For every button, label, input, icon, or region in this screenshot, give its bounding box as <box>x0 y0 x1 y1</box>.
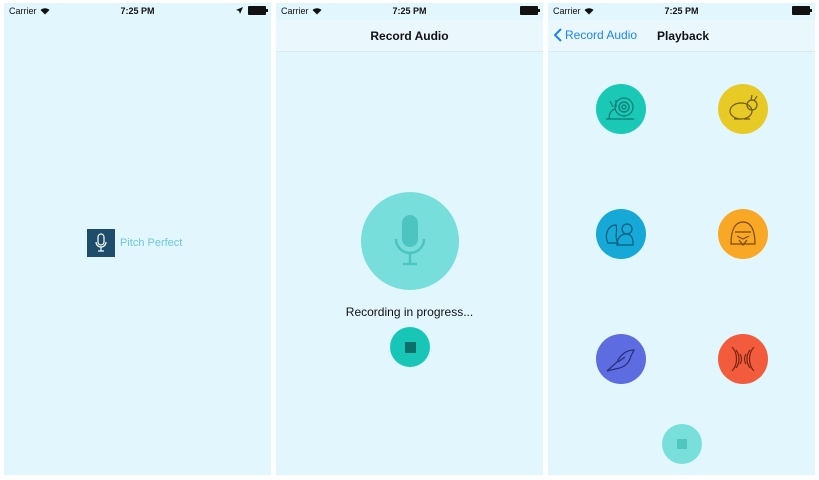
fast-effect-button[interactable] <box>718 84 768 134</box>
navigation-bar: Record Audio <box>276 20 543 52</box>
status-bar: Carrier 7:25 PM <box>276 3 543 20</box>
stop-icon <box>404 341 416 353</box>
stop-button[interactable] <box>390 327 430 367</box>
chipmunk-icon <box>605 223 634 246</box>
status-bar: Carrier 7:25 PM <box>548 3 815 20</box>
time-label: 7:25 PM <box>120 6 155 16</box>
record-screen: Carrier 7:25 PM Record Audio Recording i… <box>276 3 543 475</box>
slow-effect-button[interactable] <box>596 84 646 134</box>
reverb-effect-button[interactable] <box>718 334 768 384</box>
stop-icon <box>677 439 687 449</box>
stop-playback-button[interactable] <box>662 424 702 464</box>
battery-icon <box>792 6 812 15</box>
recording-status-label: Recording in progress... <box>345 305 474 319</box>
snail-icon <box>606 97 634 120</box>
playback-screen: Carrier 7:25 PM Record Audio Playback <box>548 3 815 475</box>
vader-icon <box>730 221 756 246</box>
parrot-icon <box>606 349 635 372</box>
chipmunk-effect-button[interactable] <box>596 209 646 259</box>
time-label: 7:25 PM <box>392 6 427 16</box>
app-logo: Pitch Perfect <box>87 229 182 257</box>
parrot-effect-button[interactable] <box>596 334 646 384</box>
launch-screen: Carrier 7:25 PM Pitch Perfect <box>4 3 271 475</box>
status-bar: Carrier 7:25 PM <box>4 3 271 20</box>
rabbit-icon <box>729 94 758 120</box>
time-label: 7:25 PM <box>664 6 699 16</box>
battery-icon <box>520 6 540 15</box>
page-title: Playback <box>657 29 710 43</box>
record-button[interactable] <box>361 192 459 290</box>
app-name: Pitch Perfect <box>120 237 183 249</box>
vader-effect-button[interactable] <box>718 209 768 259</box>
battery-icon <box>248 6 268 15</box>
page-title: Record Audio <box>370 29 449 43</box>
navigation-bar: Record Audio Playback <box>548 20 815 52</box>
microphone-icon <box>394 215 426 266</box>
reverb-icon <box>731 346 755 372</box>
location-icon <box>236 7 243 14</box>
microphone-logo-icon <box>87 229 115 257</box>
